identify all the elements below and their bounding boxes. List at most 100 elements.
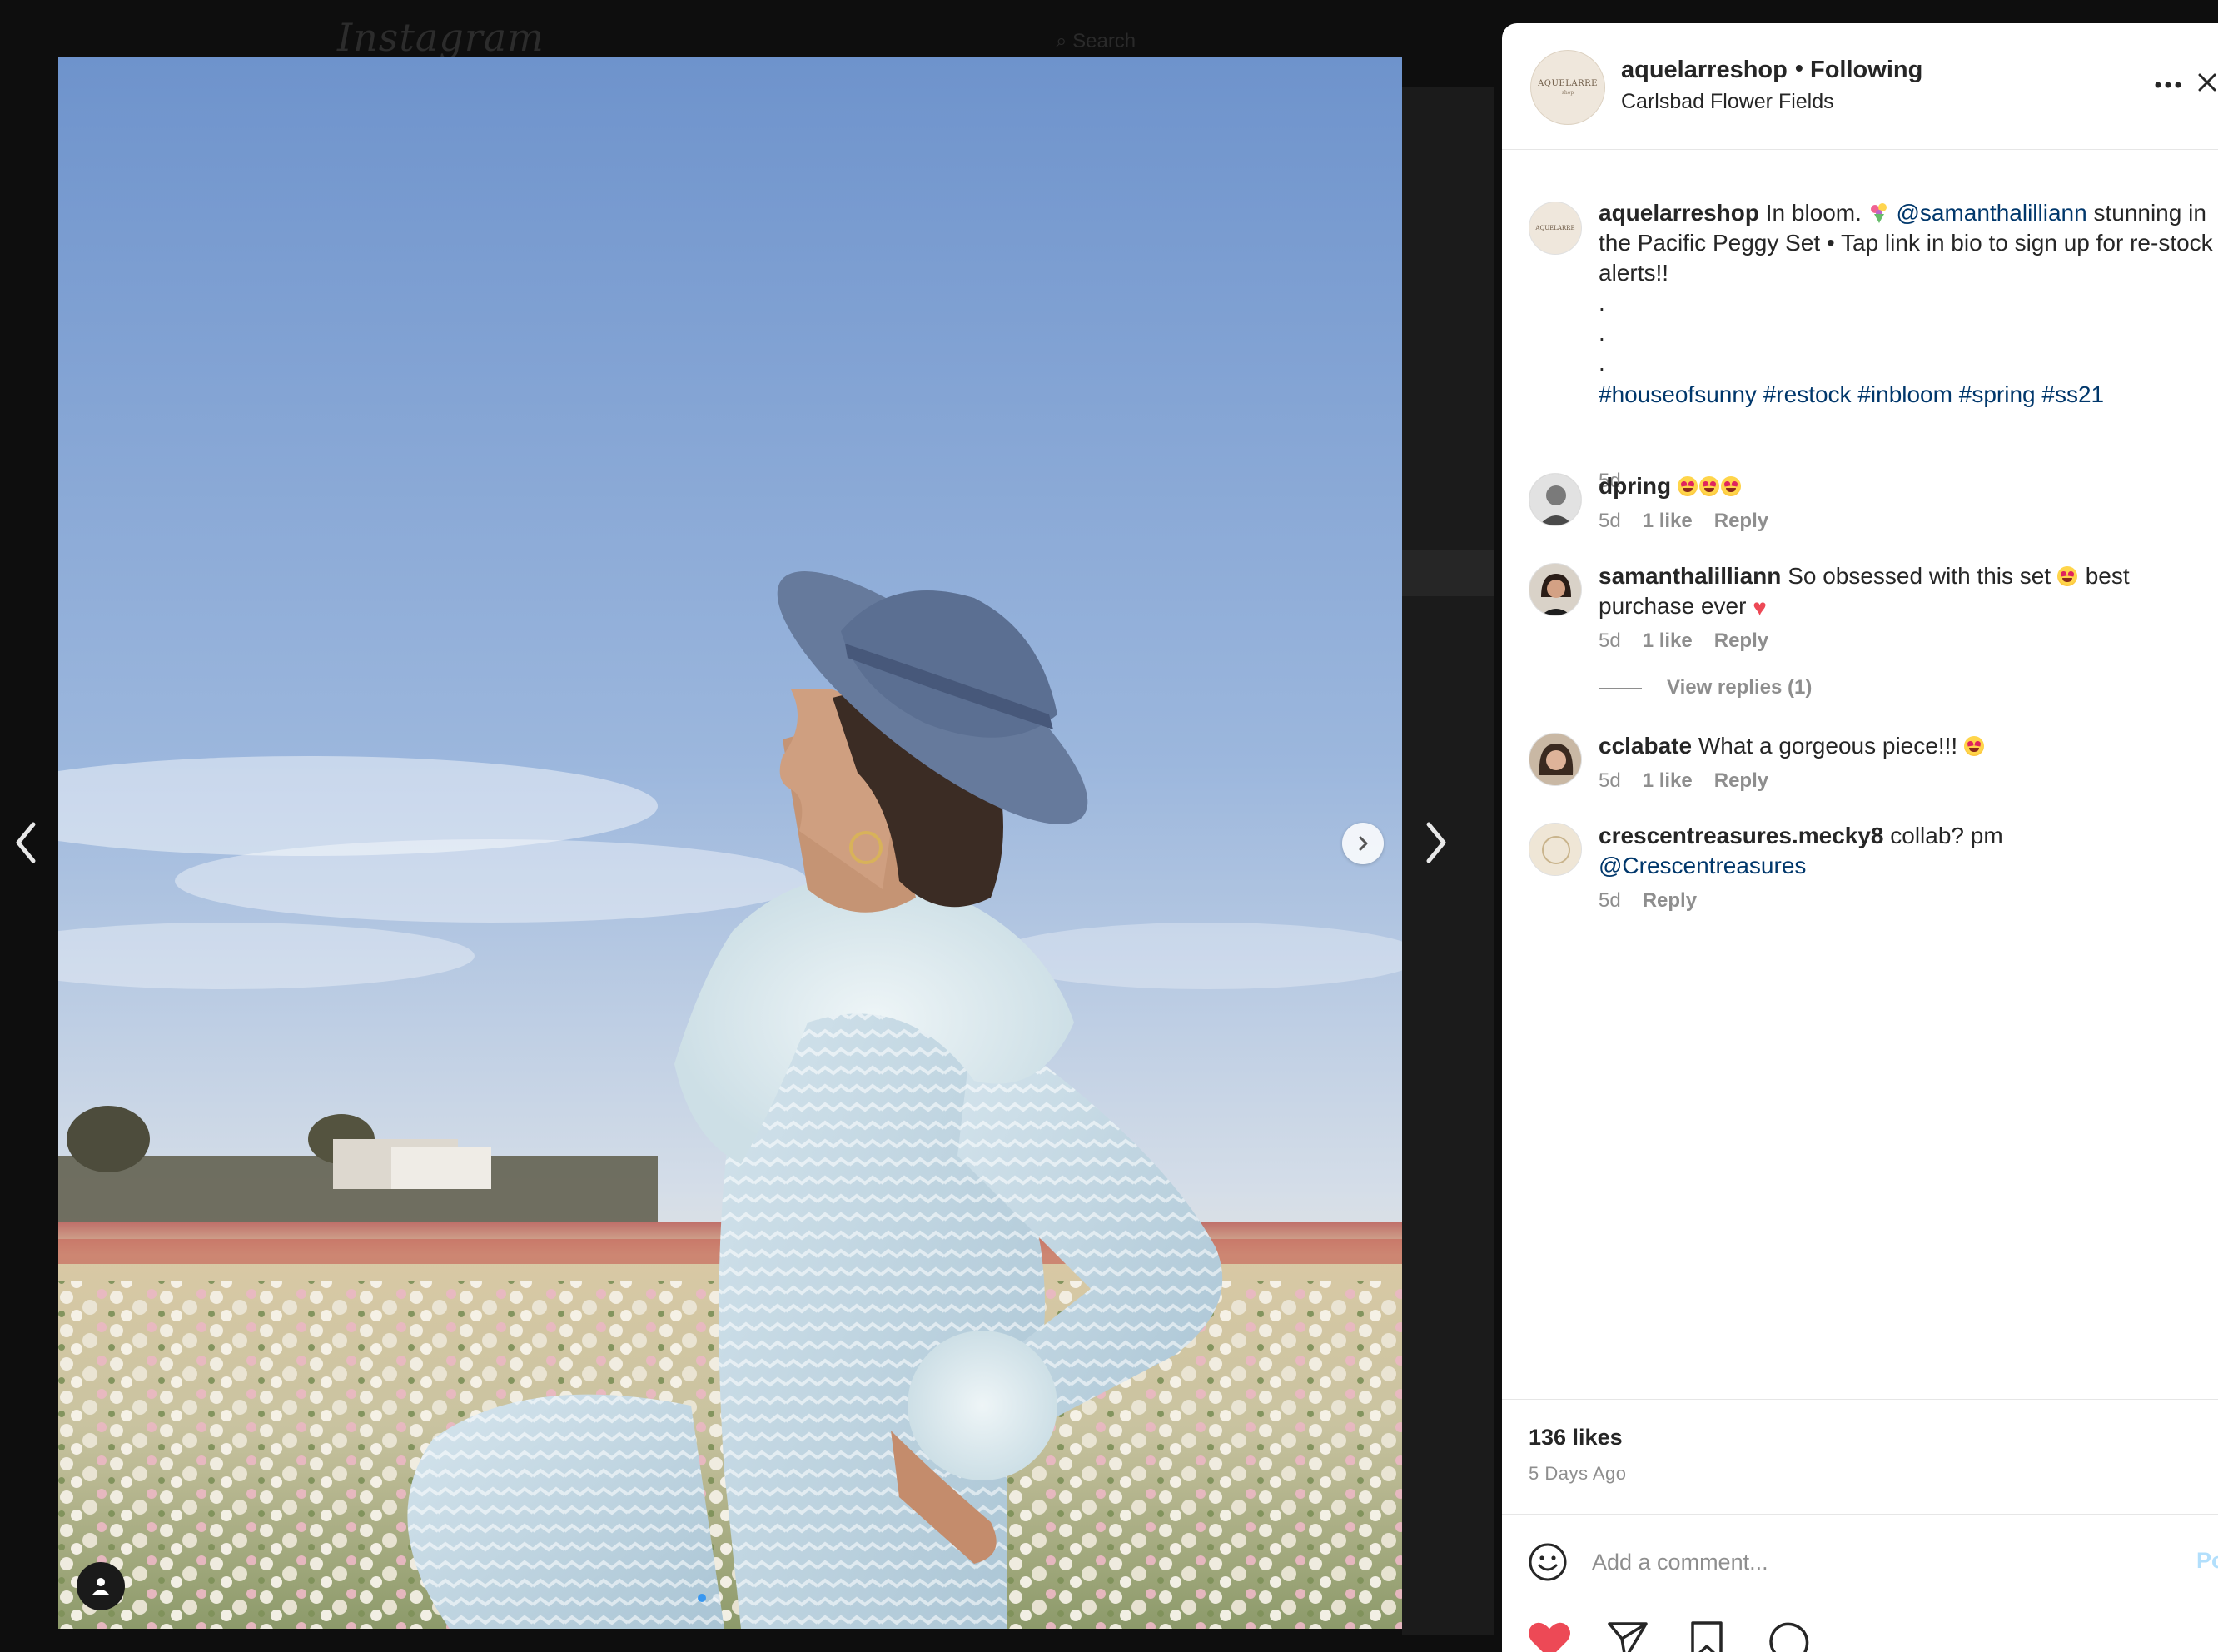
next-post-button[interactable] bbox=[1410, 809, 1460, 876]
comment-username[interactable]: crescentreasures.mecky8 bbox=[1599, 823, 1883, 848]
chevron-right-icon bbox=[1426, 822, 1446, 863]
comment-time: 5d bbox=[1599, 629, 1621, 652]
caption-author-avatar[interactable]: AQUELARRE bbox=[1529, 202, 1582, 255]
more-icon bbox=[2155, 82, 2181, 88]
bouquet-emoji-icon bbox=[1870, 203, 1887, 223]
post-header: AQUELARRE shop aquelarreshop • Following… bbox=[1502, 23, 2218, 150]
like-button[interactable] bbox=[1527, 1620, 1572, 1652]
view-replies-label: View replies (1) bbox=[1667, 676, 1813, 699]
comment-meta: 5d 1 like Reply bbox=[1599, 510, 1768, 533]
background-search: ⌕ Search bbox=[1056, 30, 1136, 52]
caption-mention[interactable]: @samanthalilliann bbox=[1896, 200, 2086, 226]
reply-button[interactable]: Reply bbox=[1714, 510, 1768, 533]
comment-time: 5d bbox=[1599, 889, 1621, 912]
carousel-next-button[interactable] bbox=[1342, 823, 1384, 864]
more-options-button[interactable] bbox=[2151, 68, 2185, 102]
heart-eyes-emoji-icon bbox=[1963, 736, 1984, 756]
add-comment-bar: Post bbox=[1502, 1514, 2218, 1607]
comment-meta: 5d Reply bbox=[1599, 889, 1697, 913]
share-button[interactable] bbox=[1607, 1620, 1652, 1652]
comment-text-1: What a gorgeous piece!!! bbox=[1698, 733, 1958, 759]
hashtag-link[interactable]: #inbloom bbox=[1857, 381, 1952, 407]
comments-list[interactable]: AQUELARRE aquelarreshop In bloom. @saman… bbox=[1502, 150, 2218, 1399]
comment-icon bbox=[1769, 1622, 1809, 1652]
caption-hashtags: #houseofsunny #restock #inbloom #spring … bbox=[1599, 380, 2215, 410]
close-icon bbox=[2198, 73, 2216, 92]
avatar-photo bbox=[1529, 824, 1581, 875]
background-search-label: Search bbox=[1072, 30, 1136, 52]
comment-time: 5d bbox=[1599, 510, 1621, 532]
comment-likes[interactable]: 1 like bbox=[1643, 629, 1693, 653]
post-author-username[interactable]: aquelarreshop bbox=[1621, 57, 1788, 84]
avatar-brand-subtext: shop bbox=[1561, 90, 1574, 96]
post-comment-button[interactable]: Post bbox=[2196, 1548, 2218, 1574]
emoji-picker-button[interactable] bbox=[1527, 1541, 1569, 1583]
comment-text: crescentreasures.mecky8 collab? pm @Cres… bbox=[1599, 821, 2215, 881]
reply-button[interactable]: Reply bbox=[1714, 769, 1768, 793]
instagram-logo-background: Instagram bbox=[337, 15, 545, 60]
comment-username[interactable]: samanthalilliann bbox=[1599, 563, 1781, 589]
comment-button[interactable] bbox=[1768, 1620, 1813, 1652]
hashtag-link[interactable]: #spring bbox=[1959, 381, 2036, 407]
carousel-dots bbox=[698, 1594, 721, 1602]
post-location[interactable]: Carlsbad Flower Fields bbox=[1621, 90, 1834, 114]
caption-dot-line: . bbox=[1599, 290, 1605, 316]
avatar-brand-text: AQUELARRE bbox=[1538, 79, 1598, 88]
comment-text: dpring bbox=[1599, 471, 2215, 501]
heart-icon bbox=[1529, 1622, 1570, 1652]
reply-button[interactable]: Reply bbox=[1643, 889, 1697, 913]
commenter-avatar[interactable] bbox=[1529, 733, 1582, 786]
comment-meta: 5d 1 like Reply bbox=[1599, 629, 1768, 653]
tagged-users-button[interactable] bbox=[77, 1562, 125, 1610]
hashtag-link[interactable]: #restock bbox=[1763, 381, 1852, 407]
avatar-photo bbox=[1529, 734, 1581, 785]
caption-username[interactable]: aquelarreshop bbox=[1599, 200, 1759, 226]
caption-dot-line: . bbox=[1599, 350, 1605, 376]
hashtag-link[interactable]: #ss21 bbox=[2041, 381, 2104, 407]
comment-time: 5d bbox=[1599, 769, 1621, 792]
comment-input[interactable] bbox=[1592, 1540, 2091, 1585]
avatar-photo bbox=[1529, 474, 1581, 525]
header-separator: • bbox=[1795, 55, 1803, 81]
previous-post-button[interactable] bbox=[2, 809, 52, 876]
post-photo[interactable] bbox=[58, 57, 1402, 1629]
comment-text: cclabate What a gorgeous piece!!! bbox=[1599, 731, 2215, 761]
save-button[interactable] bbox=[1688, 1620, 1733, 1652]
comment-text-1: So obsessed with this set bbox=[1788, 563, 2051, 589]
view-replies-button[interactable]: View replies (1) bbox=[1599, 676, 1812, 699]
close-button[interactable] bbox=[2196, 70, 2218, 103]
comment-meta: 5d 1 like Reply bbox=[1599, 769, 1768, 793]
likes-count[interactable]: 136 likes bbox=[1529, 1425, 1623, 1450]
commenter-avatar[interactable] bbox=[1529, 823, 1582, 876]
heart-eyes-emoji-icon bbox=[2056, 566, 2077, 586]
instagram-post-modal: Instagram ⌕ Search AQUELARRE shop aquela… bbox=[0, 0, 2218, 1652]
comment-mention[interactable]: @Crescentreasures bbox=[1599, 853, 1806, 878]
heart-eyes-emoji-icon bbox=[1677, 473, 1743, 499]
carousel-dot bbox=[713, 1594, 721, 1602]
hashtag-link[interactable]: #houseofsunny bbox=[1599, 381, 1757, 407]
comment-likes[interactable]: 1 like bbox=[1643, 510, 1693, 533]
comment-text-1: collab? pm bbox=[1890, 823, 2003, 848]
comment-username[interactable]: cclabate bbox=[1599, 733, 1692, 759]
following-button[interactable]: Following bbox=[1810, 57, 1922, 84]
avatar-photo bbox=[1529, 564, 1581, 615]
chevron-right-icon bbox=[1359, 836, 1368, 851]
commenter-avatar[interactable] bbox=[1529, 473, 1582, 526]
commenter-avatar[interactable] bbox=[1529, 563, 1582, 616]
comment-username[interactable]: dpring bbox=[1599, 473, 1671, 499]
comment-likes[interactable]: 1 like bbox=[1643, 769, 1693, 793]
post-author-avatar[interactable]: AQUELARRE shop bbox=[1530, 50, 1605, 125]
post-side-panel: AQUELARRE shop aquelarreshop • Following… bbox=[1502, 23, 2218, 1652]
caption-avatar-brand: AQUELARRE bbox=[1535, 225, 1575, 231]
replies-divider-line bbox=[1599, 687, 1642, 689]
user-tag-icon bbox=[92, 1578, 109, 1595]
comment-text: samanthalilliann So obsessed with this s… bbox=[1599, 561, 2215, 623]
likes-section: 136 likes 5 Days Ago bbox=[1502, 1399, 2218, 1514]
caption-text-1: In bloom. bbox=[1765, 200, 1862, 226]
background-feed-card bbox=[1402, 550, 1494, 596]
posted-time: 5 Days Ago bbox=[1529, 1463, 1627, 1484]
caption-dot-line: . bbox=[1599, 320, 1605, 346]
reply-button[interactable]: Reply bbox=[1714, 629, 1768, 653]
caption-text: aquelarreshop In bloom. @samanthalillian… bbox=[1599, 198, 2215, 410]
post-actions bbox=[1502, 1607, 2218, 1652]
